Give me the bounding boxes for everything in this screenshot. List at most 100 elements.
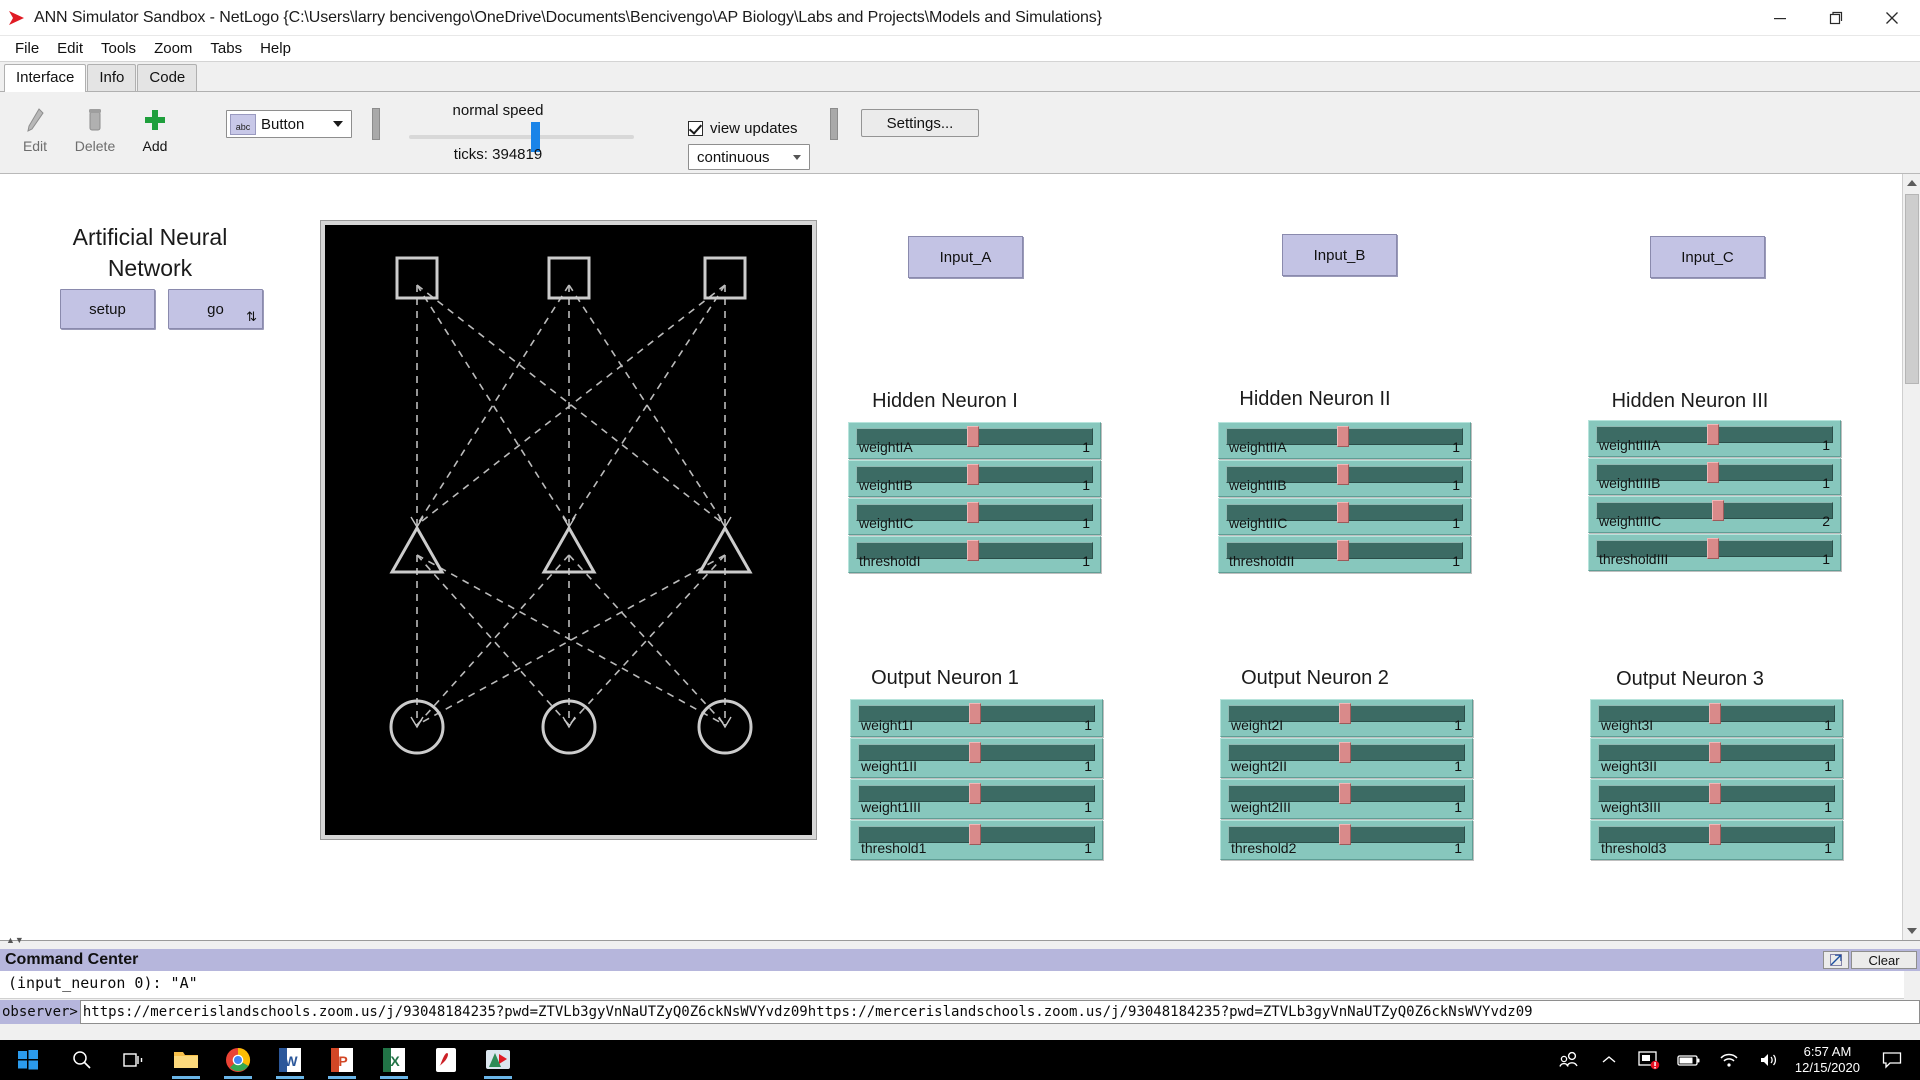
tab-interface[interactable]: Interface	[4, 64, 86, 92]
go-button[interactable]: go ⇅	[168, 289, 263, 329]
add-tool-button[interactable]: Add	[124, 100, 186, 154]
tab-code[interactable]: Code	[137, 64, 197, 91]
search-icon[interactable]	[56, 1040, 108, 1080]
slider-weight1II[interactable]: weight1II 1	[850, 738, 1103, 778]
menu-edit[interactable]: Edit	[48, 38, 92, 59]
slider-thumb[interactable]	[1339, 783, 1351, 804]
slider-thumb[interactable]	[969, 824, 981, 845]
clear-button[interactable]: Clear	[1851, 951, 1917, 969]
minimize-button[interactable]	[1752, 0, 1808, 36]
volume-icon[interactable]	[1749, 1040, 1789, 1080]
show-hidden-icons-chevron-icon[interactable]	[1589, 1040, 1629, 1080]
action-center-icon[interactable]	[1872, 1040, 1912, 1080]
speed-slider-track[interactable]	[409, 135, 634, 139]
slider-threshold2[interactable]: threshold2 1	[1220, 820, 1473, 860]
setup-button[interactable]: setup	[60, 289, 155, 329]
command-input[interactable]: https://mercerislandschools.zoom.us/j/93…	[80, 1000, 1920, 1024]
task-view-icon[interactable]	[108, 1040, 160, 1080]
battery-icon[interactable]	[1669, 1040, 1709, 1080]
input-b-button[interactable]: Input_B	[1282, 234, 1397, 276]
menu-tools[interactable]: Tools	[92, 38, 145, 59]
input-c-button[interactable]: Input_C	[1650, 236, 1765, 278]
powerpoint-icon[interactable]: P	[316, 1040, 368, 1080]
slider-thumb[interactable]	[1707, 538, 1719, 559]
acrobat-icon[interactable]	[420, 1040, 472, 1080]
slider-thumb[interactable]	[967, 502, 979, 523]
menu-tabs[interactable]: Tabs	[201, 38, 251, 59]
slider-thumb[interactable]	[1337, 464, 1349, 485]
chrome-icon[interactable]	[212, 1040, 264, 1080]
slider-thumb[interactable]	[1337, 426, 1349, 447]
slider-thumb[interactable]	[1339, 742, 1351, 763]
menu-help[interactable]: Help	[251, 38, 300, 59]
file-explorer-icon[interactable]	[160, 1040, 212, 1080]
slider-thumb[interactable]	[967, 426, 979, 447]
slider-weight3I[interactable]: weight3I 1	[1590, 699, 1843, 737]
slider-weightIIC[interactable]: weightIIC 1	[1218, 498, 1471, 535]
slider-weight2I[interactable]: weight2I 1	[1220, 699, 1473, 737]
input-a-button[interactable]: Input_A	[908, 236, 1023, 278]
world-view[interactable]	[320, 220, 817, 840]
slider-thumb[interactable]	[1339, 824, 1351, 845]
slider-weightIIB[interactable]: weightIIB 1	[1218, 460, 1471, 497]
taskbar-clock[interactable]: 6:57 AM 12/15/2020	[1789, 1044, 1872, 1076]
excel-icon[interactable]: X	[368, 1040, 420, 1080]
menu-zoom[interactable]: Zoom	[145, 38, 201, 59]
slider-weightIIIC[interactable]: weightIIIC 2	[1588, 496, 1841, 533]
netlogo-icon[interactable]	[472, 1040, 524, 1080]
slider-thumb[interactable]	[967, 464, 979, 485]
slider-weightIA[interactable]: weightIA 1	[848, 422, 1101, 459]
slider-weight3II[interactable]: weight3II 1	[1590, 738, 1843, 778]
scrollbar-thumb[interactable]	[1905, 194, 1919, 384]
slider-thresholdIII[interactable]: thresholdIII 1	[1588, 534, 1841, 571]
slider-weight1III[interactable]: weight1III 1	[850, 779, 1103, 819]
slider-thumb[interactable]	[967, 540, 979, 561]
slider-thumb[interactable]	[969, 703, 981, 724]
slider-thumb[interactable]	[969, 783, 981, 804]
slider-thresholdII[interactable]: thresholdII 1	[1218, 536, 1471, 573]
slider-thumb[interactable]	[1707, 424, 1719, 445]
slider-thumb[interactable]	[1709, 783, 1721, 804]
slider-weightIIA[interactable]: weightIIA 1	[1218, 422, 1471, 459]
slider-thumb[interactable]	[1709, 742, 1721, 763]
slider-weight1I[interactable]: weight1I 1	[850, 699, 1103, 737]
slider-weightIIIA[interactable]: weightIIIA 1	[1588, 420, 1841, 457]
slider-thumb[interactable]	[1337, 502, 1349, 523]
widget-type-select[interactable]: abc Button	[226, 110, 352, 138]
resize-grip-icon[interactable]: ▲▼	[6, 935, 24, 945]
slider-thresholdI[interactable]: thresholdI 1	[848, 536, 1101, 573]
delete-tool-button[interactable]: Delete	[64, 100, 126, 154]
slider-weight2III[interactable]: weight2III 1	[1220, 779, 1473, 819]
slider-thumb[interactable]	[1709, 824, 1721, 845]
slider-weightIB[interactable]: weightIB 1	[848, 460, 1101, 497]
edit-tool-button[interactable]: Edit	[4, 100, 66, 154]
wifi-icon[interactable]	[1709, 1040, 1749, 1080]
tab-info[interactable]: Info	[87, 64, 136, 91]
slider-thumb[interactable]	[969, 742, 981, 763]
slider-thumb[interactable]	[1707, 462, 1719, 483]
people-icon[interactable]	[1549, 1040, 1589, 1080]
slider-threshold1[interactable]: threshold1 1	[850, 820, 1103, 860]
interface-scrollbar[interactable]	[1902, 174, 1920, 940]
slider-weight3III[interactable]: weight3III 1	[1590, 779, 1843, 819]
slider-thumb[interactable]	[1709, 703, 1721, 724]
slider-thumb[interactable]	[1712, 500, 1724, 521]
slider-thumb[interactable]	[1339, 703, 1351, 724]
windows-start-icon[interactable]	[0, 1040, 56, 1080]
slider-weightIC[interactable]: weightIC 1	[848, 498, 1101, 535]
display-alert-icon[interactable]	[1629, 1040, 1669, 1080]
word-icon[interactable]: W	[264, 1040, 316, 1080]
close-button[interactable]	[1864, 0, 1920, 36]
scroll-down-button[interactable]	[1903, 922, 1920, 940]
settings-button[interactable]: Settings...	[861, 109, 979, 137]
slider-weight2II[interactable]: weight2II 1	[1220, 738, 1473, 778]
maximize-restore-button[interactable]	[1808, 0, 1864, 36]
view-updates-checkbox[interactable]: view updates	[688, 120, 798, 137]
menu-file[interactable]: File	[6, 38, 48, 59]
slider-weightIIIB[interactable]: weightIIIB 1	[1588, 458, 1841, 495]
slider-thumb[interactable]	[1337, 540, 1349, 561]
slider-threshold3[interactable]: threshold3 1	[1590, 820, 1843, 860]
scroll-up-button[interactable]	[1903, 174, 1920, 192]
popout-button[interactable]	[1823, 951, 1849, 969]
world-view-canvas[interactable]	[325, 225, 812, 835]
